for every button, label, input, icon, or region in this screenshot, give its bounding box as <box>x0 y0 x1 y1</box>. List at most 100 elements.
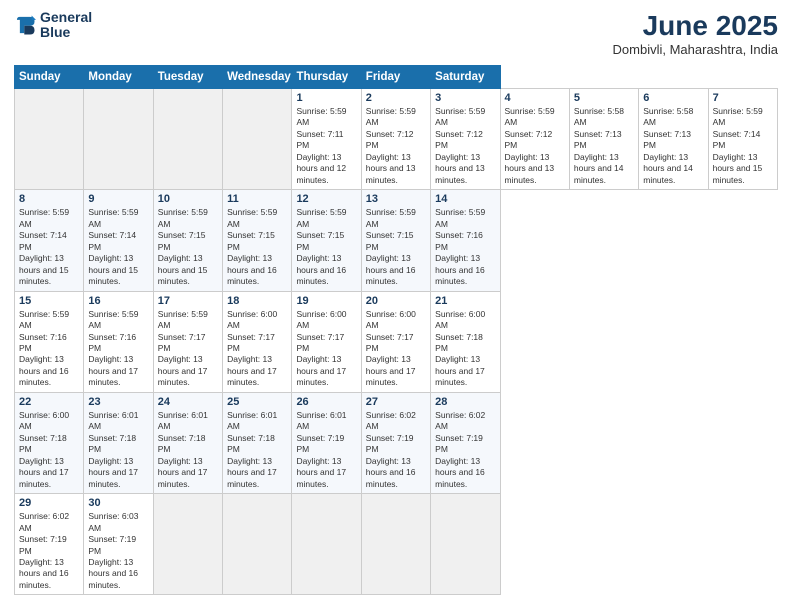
table-row: 17 Sunrise: 5:59 AM Sunset: 7:17 PM Dayli… <box>153 291 222 392</box>
table-row: 19 Sunrise: 6:00 AM Sunset: 7:17 PM Dayli… <box>292 291 361 392</box>
title-area: June 2025 Dombivli, Maharashtra, India <box>613 10 778 57</box>
cell-details: Sunrise: 5:59 AM Sunset: 7:15 PM Dayligh… <box>366 207 426 287</box>
day-number: 17 <box>158 295 218 307</box>
calendar-page: General Blue June 2025 Dombivli, Maharas… <box>0 0 792 612</box>
day-number: 9 <box>88 193 148 205</box>
table-row <box>292 494 361 595</box>
cell-details: Sunrise: 6:02 AM Sunset: 7:19 PM Dayligh… <box>366 410 426 490</box>
day-number: 22 <box>19 396 79 408</box>
cell-details: Sunrise: 6:01 AM Sunset: 7:18 PM Dayligh… <box>88 410 148 490</box>
col-wednesday: Wednesday <box>223 66 292 89</box>
page-header: General Blue June 2025 Dombivli, Maharas… <box>14 10 778 57</box>
table-row: 30 Sunrise: 6:03 AM Sunset: 7:19 PM Dayli… <box>84 494 153 595</box>
table-row: 20Sunrise: 6:00 AM Sunset: 7:17 PM Dayli… <box>361 291 430 392</box>
cell-details: Sunrise: 6:00 AM Sunset: 7:18 PM Dayligh… <box>19 410 79 490</box>
day-number: 4 <box>505 92 565 104</box>
col-thursday: Thursday <box>292 66 361 89</box>
day-number: 28 <box>435 396 495 408</box>
day-number: 5 <box>574 92 634 104</box>
cell-details: Sunrise: 6:01 AM Sunset: 7:18 PM Dayligh… <box>158 410 218 490</box>
day-number: 15 <box>19 295 79 307</box>
day-number: 29 <box>19 497 79 509</box>
table-row: 26 Sunrise: 6:01 AM Sunset: 7:19 PM Dayli… <box>292 392 361 493</box>
table-row: 3 Sunrise: 5:59 AM Sunset: 7:12 PM Daylig… <box>431 89 500 190</box>
col-saturday: Saturday <box>431 66 500 89</box>
day-number: 24 <box>158 396 218 408</box>
day-number: 27 <box>366 396 426 408</box>
table-row: 2Sunrise: 5:59 AM Sunset: 7:12 PM Daylig… <box>361 89 430 190</box>
table-row: 9 Sunrise: 5:59 AM Sunset: 7:14 PM Daylig… <box>84 190 153 291</box>
logo-text: General Blue <box>40 10 92 41</box>
table-row <box>223 89 292 190</box>
day-number: 26 <box>296 396 356 408</box>
table-row: 7Sunrise: 5:59 AM Sunset: 7:14 PM Daylig… <box>708 89 777 190</box>
cell-details: Sunrise: 6:00 AM Sunset: 7:17 PM Dayligh… <box>227 309 287 389</box>
calendar-week-row: 8 Sunrise: 5:59 AM Sunset: 7:14 PM Daylig… <box>15 190 778 291</box>
day-number: 10 <box>158 193 218 205</box>
table-row: 10 Sunrise: 5:59 AM Sunset: 7:15 PM Dayli… <box>153 190 222 291</box>
table-row: 5 Sunrise: 5:58 AM Sunset: 7:13 PM Daylig… <box>569 89 638 190</box>
day-number: 7 <box>713 92 773 104</box>
cell-details: Sunrise: 5:59 AM Sunset: 7:14 PM Dayligh… <box>19 207 79 287</box>
calendar-week-row: 1 Sunrise: 5:59 AM Sunset: 7:11 PM Daylig… <box>15 89 778 190</box>
table-row <box>84 89 153 190</box>
cell-details: Sunrise: 5:59 AM Sunset: 7:16 PM Dayligh… <box>88 309 148 389</box>
cell-details: Sunrise: 5:58 AM Sunset: 7:13 PM Dayligh… <box>574 106 634 186</box>
table-row: 13 Sunrise: 5:59 AM Sunset: 7:15 PM Dayli… <box>361 190 430 291</box>
day-number: 25 <box>227 396 287 408</box>
table-row: 21Sunrise: 6:00 AM Sunset: 7:18 PM Dayli… <box>431 291 500 392</box>
day-number: 13 <box>366 193 426 205</box>
calendar-week-row: 29 Sunrise: 6:02 AM Sunset: 7:19 PM Dayli… <box>15 494 778 595</box>
table-row: 16Sunrise: 5:59 AM Sunset: 7:16 PM Dayli… <box>84 291 153 392</box>
calendar-week-row: 22 Sunrise: 6:00 AM Sunset: 7:18 PM Dayli… <box>15 392 778 493</box>
day-number: 23 <box>88 396 148 408</box>
day-number: 8 <box>19 193 79 205</box>
cell-details: Sunrise: 5:59 AM Sunset: 7:15 PM Dayligh… <box>296 207 356 287</box>
table-row: 4Sunrise: 5:59 AM Sunset: 7:12 PM Daylig… <box>500 89 569 190</box>
day-number: 3 <box>435 92 495 104</box>
cell-details: Sunrise: 5:59 AM Sunset: 7:14 PM Dayligh… <box>88 207 148 287</box>
day-number: 2 <box>366 92 426 104</box>
table-row: 25 Sunrise: 6:01 AM Sunset: 7:18 PM Dayli… <box>223 392 292 493</box>
table-row <box>361 494 430 595</box>
day-number: 1 <box>296 92 356 104</box>
cell-details: Sunrise: 5:59 AM Sunset: 7:16 PM Dayligh… <box>435 207 495 287</box>
day-number: 18 <box>227 295 287 307</box>
logo-line2: Blue <box>40 25 92 40</box>
day-number: 14 <box>435 193 495 205</box>
table-row: 29 Sunrise: 6:02 AM Sunset: 7:19 PM Dayli… <box>15 494 84 595</box>
calendar-table: Sunday Monday Tuesday Wednesday Thursday… <box>14 65 778 595</box>
calendar-week-row: 15 Sunrise: 5:59 AM Sunset: 7:16 PM Dayli… <box>15 291 778 392</box>
table-row: 24 Sunrise: 6:01 AM Sunset: 7:18 PM Dayli… <box>153 392 222 493</box>
col-monday: Monday <box>84 66 153 89</box>
cell-details: Sunrise: 6:02 AM Sunset: 7:19 PM Dayligh… <box>435 410 495 490</box>
cell-details: Sunrise: 6:01 AM Sunset: 7:19 PM Dayligh… <box>296 410 356 490</box>
table-row <box>431 494 500 595</box>
cell-details: Sunrise: 6:00 AM Sunset: 7:17 PM Dayligh… <box>296 309 356 389</box>
cell-details: Sunrise: 5:59 AM Sunset: 7:15 PM Dayligh… <box>227 207 287 287</box>
cell-details: Sunrise: 6:01 AM Sunset: 7:18 PM Dayligh… <box>227 410 287 490</box>
day-number: 11 <box>227 193 287 205</box>
table-row: 15 Sunrise: 5:59 AM Sunset: 7:16 PM Dayli… <box>15 291 84 392</box>
day-number: 6 <box>643 92 703 104</box>
table-row: 6Sunrise: 5:58 AM Sunset: 7:13 PM Daylig… <box>639 89 708 190</box>
table-row: 22 Sunrise: 6:00 AM Sunset: 7:18 PM Dayli… <box>15 392 84 493</box>
day-number: 19 <box>296 295 356 307</box>
table-row: 23 Sunrise: 6:01 AM Sunset: 7:18 PM Dayli… <box>84 392 153 493</box>
col-tuesday: Tuesday <box>153 66 222 89</box>
table-row <box>153 494 222 595</box>
col-friday: Friday <box>361 66 430 89</box>
cell-details: Sunrise: 5:59 AM Sunset: 7:12 PM Dayligh… <box>435 106 495 186</box>
cell-details: Sunrise: 5:59 AM Sunset: 7:17 PM Dayligh… <box>158 309 218 389</box>
logo-line1: General <box>40 10 92 25</box>
cell-details: Sunrise: 5:59 AM Sunset: 7:15 PM Dayligh… <box>158 207 218 287</box>
cell-details: Sunrise: 6:03 AM Sunset: 7:19 PM Dayligh… <box>88 511 148 591</box>
cell-details: Sunrise: 6:02 AM Sunset: 7:19 PM Dayligh… <box>19 511 79 591</box>
calendar-header-row: Sunday Monday Tuesday Wednesday Thursday… <box>15 66 778 89</box>
location: Dombivli, Maharashtra, India <box>613 42 778 57</box>
day-number: 30 <box>88 497 148 509</box>
cell-details: Sunrise: 5:59 AM Sunset: 7:11 PM Dayligh… <box>296 106 356 186</box>
day-number: 21 <box>435 295 495 307</box>
table-row: 18 Sunrise: 6:00 AM Sunset: 7:17 PM Dayli… <box>223 291 292 392</box>
cell-details: Sunrise: 5:59 AM Sunset: 7:16 PM Dayligh… <box>19 309 79 389</box>
